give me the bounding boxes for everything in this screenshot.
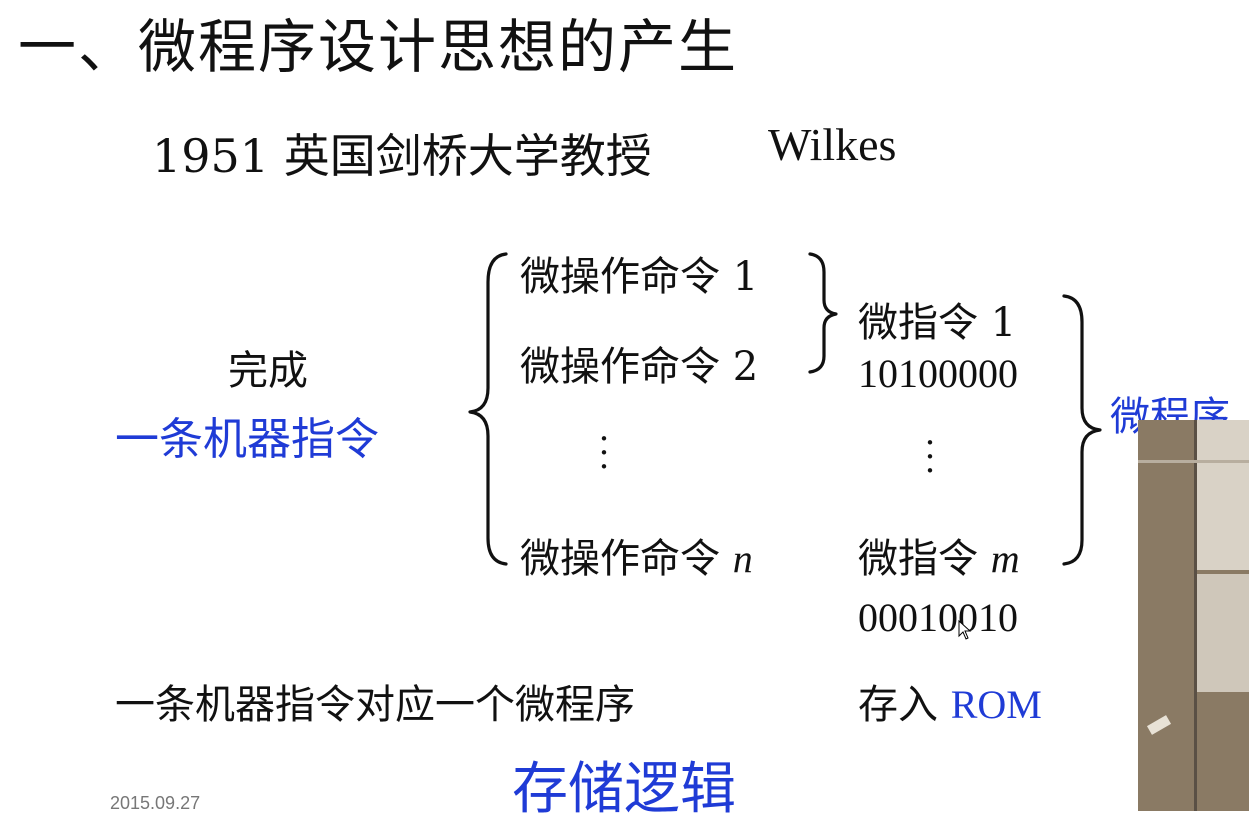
mouse-pointer-icon — [958, 620, 972, 640]
video-overlay[interactable] — [1138, 420, 1249, 811]
wall-panel — [1196, 574, 1249, 692]
store-into-rom: 存入 ROM — [858, 672, 1042, 730]
micro-op-command-n-label: 微操作命令 — [520, 536, 733, 582]
store-prefix: 存入 — [858, 682, 938, 728]
micro-op-command-1: 微操作命令 1 — [520, 254, 759, 300]
complete-label: 完成 — [228, 348, 308, 394]
micro-instruction-m: 微指令 m — [858, 526, 1020, 584]
door-frame — [1194, 420, 1197, 811]
vertical-ellipsis-icon: · · · — [598, 419, 610, 487]
micro-op-command-n-var: n — [732, 536, 753, 581]
rom-label: ROM — [950, 682, 1042, 727]
ceiling-line — [1138, 460, 1249, 463]
micro-instruction-m-label: 微指令 — [858, 536, 991, 582]
micro-instruction-1-code: 10100000 — [858, 351, 1018, 396]
machine-instruction-label: 一条机器指令 — [115, 414, 379, 465]
small-curly-brace — [808, 252, 838, 374]
slide-subtitle: 1951 英国剑桥大学教授 — [152, 129, 652, 183]
slide-title: 一、微程序设计思想的产生 — [18, 13, 739, 81]
wall-panel — [1196, 420, 1249, 570]
storage-logic-label: 存储逻辑 — [512, 757, 736, 822]
micro-instruction-1: 微指令 1 — [858, 300, 1017, 346]
vertical-ellipsis-icon: · · · — [924, 423, 936, 491]
subtitle-name: Wilkes — [768, 119, 897, 170]
micro-op-command-n: 微操作命令 n — [520, 526, 753, 584]
micro-instruction-m-code: 00010010 — [858, 595, 1018, 640]
instruction-microprogram-statement: 一条机器指令对应一个微程序 — [115, 682, 635, 728]
left-curly-brace — [468, 252, 508, 566]
right-curly-brace — [1062, 294, 1102, 566]
micro-instruction-m-var: m — [990, 536, 1020, 581]
micro-op-command-2: 微操作命令 2 — [520, 344, 759, 390]
hand-object — [1146, 715, 1172, 735]
